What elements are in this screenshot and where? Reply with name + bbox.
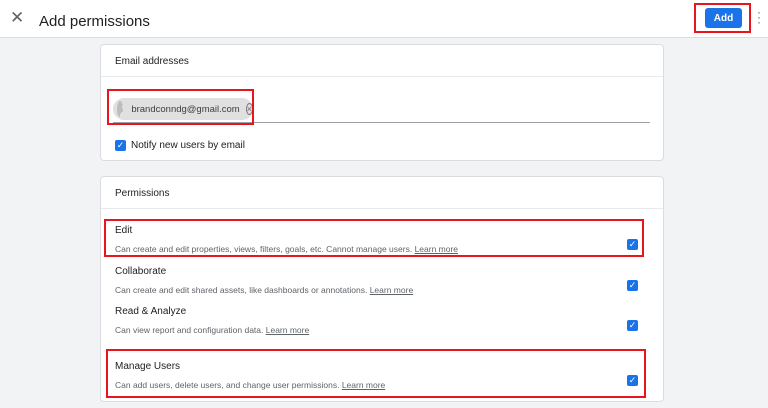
learn-more-link[interactable]: Learn more xyxy=(415,244,458,254)
permissions-card: Permissions Edit Can create and edit pro… xyxy=(100,176,664,402)
email-card: Email addresses brandconndg@gmail.com × … xyxy=(100,44,664,161)
learn-more-link[interactable]: Learn more xyxy=(370,285,413,295)
notify-label: Notify new users by email xyxy=(131,140,245,151)
add-button[interactable]: Add xyxy=(705,8,742,28)
close-icon[interactable]: ✕ xyxy=(10,8,24,28)
collaborate-checkbox[interactable]: ✓ xyxy=(627,280,638,291)
email-chip-label: brandconndg@gmail.com xyxy=(131,103,240,115)
more-vert-icon[interactable]: · · · xyxy=(757,6,761,28)
email-heading: Email addresses xyxy=(101,45,663,77)
email-input[interactable] xyxy=(113,122,650,123)
permission-desc: Can create and edit properties, views, f… xyxy=(115,244,413,254)
permissions-heading: Permissions xyxy=(101,177,663,209)
remove-chip-icon[interactable]: × xyxy=(245,103,253,115)
permission-desc: Can add users, delete users, and change … xyxy=(115,380,340,390)
permission-name: Read & Analyze xyxy=(115,306,187,317)
header: ✕ Add permissions Add · · · xyxy=(0,0,768,38)
permission-name: Edit xyxy=(115,225,133,236)
permission-read-analyze: Read & Analyze Can view report and confi… xyxy=(115,306,650,335)
permission-name: Manage Users xyxy=(115,361,181,372)
permission-edit: Edit Can create and edit properties, vie… xyxy=(115,225,650,254)
permission-desc: Can create and edit shared assets, like … xyxy=(115,285,368,295)
permission-name: Collaborate xyxy=(115,266,167,277)
avatar-icon xyxy=(117,101,124,117)
notify-checkbox-row[interactable]: ✓ Notify new users by email xyxy=(115,140,245,151)
manage-users-checkbox[interactable]: ✓ xyxy=(627,375,638,386)
learn-more-link[interactable]: Learn more xyxy=(266,325,309,335)
page-title: Add permissions xyxy=(39,13,150,30)
edit-checkbox[interactable]: ✓ xyxy=(627,239,638,250)
email-chip[interactable]: brandconndg@gmail.com × xyxy=(113,98,253,120)
permission-manage-users: Manage Users Can add users, delete users… xyxy=(115,361,650,390)
permission-collaborate: Collaborate Can create and edit shared a… xyxy=(115,266,650,295)
permission-desc: Can view report and configuration data. xyxy=(115,325,264,335)
notify-checkbox[interactable]: ✓ xyxy=(115,140,126,151)
learn-more-link[interactable]: Learn more xyxy=(342,380,385,390)
read-analyze-checkbox[interactable]: ✓ xyxy=(627,320,638,331)
